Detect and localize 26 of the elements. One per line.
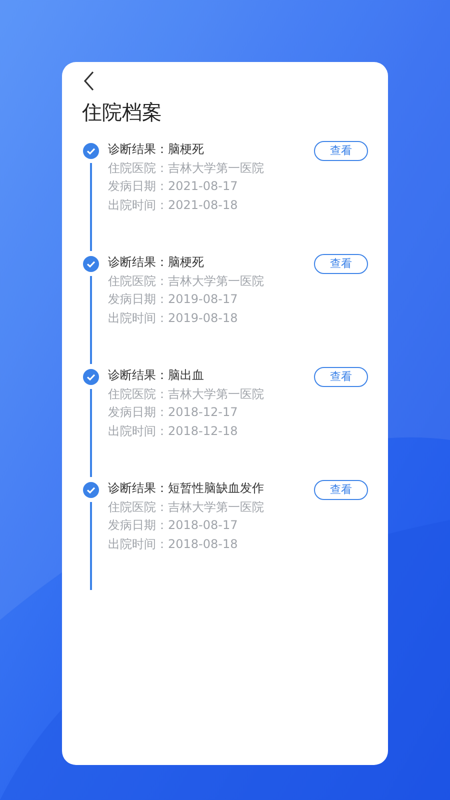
- hospital-text: 住院医院：吉林大学第一医院: [108, 272, 265, 290]
- diagnosis-text: 诊断结果：脑梗死: [108, 141, 205, 158]
- hospital-text: 住院医院：吉林大学第一医院: [108, 386, 265, 402]
- view-button[interactable]: 查看: [314, 480, 368, 500]
- view-button[interactable]: 查看: [314, 254, 368, 274]
- check-icon: [83, 369, 99, 385]
- diagnosis-text: 诊断结果：脑出血: [108, 367, 205, 384]
- page-title: 住院档案: [82, 99, 163, 126]
- onset-date-text: 发病日期：2018-12-17: [108, 404, 239, 421]
- diagnosis-text: 诊断结果：脑梗死: [108, 254, 205, 271]
- check-icon: [83, 143, 99, 159]
- view-button[interactable]: 查看: [314, 367, 368, 387]
- discharge-date-text: 出院时间：2018-08-18: [108, 536, 239, 552]
- check-icon: [83, 256, 99, 272]
- discharge-date-text: 出院时间：2018-12-18: [108, 422, 239, 440]
- discharge-date-text: 出院时间：2021-08-18: [108, 196, 239, 214]
- back-icon[interactable]: [82, 70, 96, 92]
- check-icon: [83, 482, 99, 498]
- discharge-date-text: 出院时间：2019-08-18: [108, 310, 239, 326]
- diagnosis-text: 诊断结果：短暂性脑缺血发作: [108, 480, 265, 497]
- onset-date-text: 发病日期：2018-08-17: [108, 517, 239, 534]
- hospital-text: 住院医院：吉林大学第一医院: [108, 160, 265, 176]
- onset-date-text: 发病日期：2019-08-17: [108, 291, 239, 308]
- hospital-text: 住院医院：吉林大学第一医院: [108, 498, 265, 516]
- onset-date-text: 发病日期：2021-08-17: [108, 178, 239, 195]
- view-button[interactable]: 查看: [314, 141, 368, 161]
